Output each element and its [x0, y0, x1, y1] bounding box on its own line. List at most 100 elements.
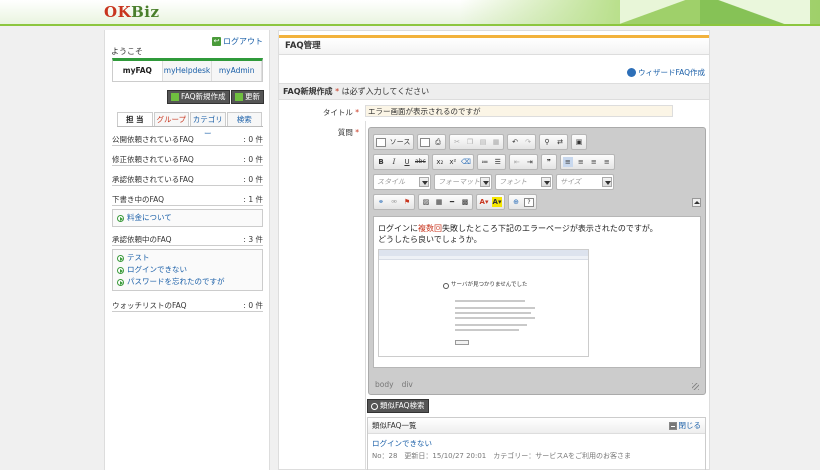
- cut-icon[interactable]: ✂: [452, 137, 462, 147]
- section-drafts: 下書き中のFAQ: 1 件 料金について: [112, 194, 263, 227]
- path-body[interactable]: body: [375, 380, 394, 389]
- size-select[interactable]: サイズ: [556, 174, 614, 190]
- copy-icon[interactable]: ❐: [465, 137, 475, 147]
- required-note: は必ず入力してください: [341, 87, 430, 96]
- my-tabs: myFAQ myHelpdesk myAdmin: [112, 58, 263, 82]
- bulleted-list-icon[interactable]: ☰: [493, 157, 503, 167]
- chevron-down-icon: [419, 177, 429, 187]
- refresh-icon: [235, 93, 243, 101]
- print-icon[interactable]: ⎙: [433, 137, 443, 147]
- find-icon[interactable]: ⚲: [542, 137, 552, 147]
- section-label[interactable]: ウォッチリストのFAQ: [112, 300, 187, 311]
- wizard-icon: [626, 68, 636, 77]
- wizard-faq-link[interactable]: ウィザードFAQ作成: [626, 67, 705, 78]
- paste-text-icon[interactable]: ▦: [491, 137, 501, 147]
- path-div[interactable]: div: [402, 380, 413, 389]
- similar-faq-item[interactable]: ログインできない: [368, 434, 705, 449]
- redo-icon[interactable]: ↷: [523, 137, 533, 147]
- section-label[interactable]: 修正依頼されているFAQ: [112, 154, 194, 165]
- link-icon[interactable]: ⚭: [376, 197, 386, 207]
- smiley-icon[interactable]: ▩: [460, 197, 470, 207]
- horizontal-rule-icon[interactable]: ━: [447, 197, 457, 207]
- maximize-icon[interactable]: ⊕: [511, 197, 521, 207]
- list-item[interactable]: ログインできない: [117, 264, 258, 276]
- list-item[interactable]: パスワードを忘れたのですが: [117, 276, 258, 288]
- anchor-icon[interactable]: ⚑: [402, 197, 412, 207]
- bold-icon[interactable]: B: [376, 157, 386, 167]
- blockquote-icon[interactable]: ❞: [544, 157, 554, 167]
- format-select[interactable]: フォーマット: [434, 174, 492, 190]
- source-icon[interactable]: [376, 137, 386, 147]
- unlink-icon[interactable]: ⚮: [389, 197, 399, 207]
- text-color-icon[interactable]: A▾: [479, 197, 489, 207]
- remove-format-icon[interactable]: ⌫: [461, 157, 471, 167]
- section-label[interactable]: 承認依頼されているFAQ: [112, 174, 194, 185]
- title-input[interactable]: [365, 105, 673, 117]
- subscript-icon[interactable]: x₂: [435, 157, 445, 167]
- style-select[interactable]: スタイル: [373, 174, 431, 190]
- italic-icon[interactable]: I: [389, 157, 399, 167]
- font-select[interactable]: フォント: [495, 174, 553, 190]
- table-icon[interactable]: ▦: [434, 197, 444, 207]
- underline-icon[interactable]: U: [402, 157, 412, 167]
- superscript-icon[interactable]: x²: [448, 157, 458, 167]
- numbered-list-icon[interactable]: ≔: [480, 157, 490, 167]
- list-item[interactable]: 料金について: [117, 212, 258, 224]
- tab-myhelpdesk[interactable]: myHelpdesk: [163, 61, 213, 81]
- list-item[interactable]: テスト: [117, 252, 258, 264]
- toolbar-row-3: スタイル フォーマット フォント サイズ: [373, 174, 614, 190]
- section-label[interactable]: 公開依頼されているFAQ: [112, 134, 194, 145]
- new-faq-label: FAQ新規作成: [181, 92, 226, 101]
- new-faq-header: FAQ新規作成 * は必ず入力してください: [279, 83, 709, 100]
- rich-text-editor: ソース ⎙ ✂ ❐ ▤ ▦ ↶ ↷ ⚲ ⇄ ▣ B I U abc x₂ x² …: [368, 127, 706, 395]
- tab-category[interactable]: カテゴリー: [190, 112, 226, 138]
- tab-myfaq[interactable]: myFAQ: [113, 61, 163, 81]
- arrow-bullet-icon: [117, 254, 124, 262]
- embedded-screenshot[interactable]: サーバが見つかりませんでした: [378, 249, 589, 357]
- section-label[interactable]: 下書き中のFAQ: [112, 194, 164, 205]
- arrow-bullet-icon: [117, 214, 124, 222]
- outdent-icon[interactable]: ⇤: [512, 157, 522, 167]
- help-icon[interactable]: ?: [524, 197, 534, 207]
- tab-myadmin[interactable]: myAdmin: [212, 61, 263, 81]
- align-center-icon[interactable]: ≡: [576, 157, 586, 167]
- refresh-button[interactable]: 更新: [231, 90, 264, 104]
- strikethrough-icon[interactable]: abc: [415, 157, 426, 167]
- similar-list-header: 類似FAQ一覧 閉じる: [368, 418, 705, 434]
- section-count: : 3 件: [243, 235, 263, 244]
- collapse-toolbar-icon[interactable]: [692, 198, 701, 207]
- new-doc-icon: [171, 93, 179, 101]
- image-icon[interactable]: ▨: [421, 197, 431, 207]
- tab-group[interactable]: グループ: [153, 112, 189, 126]
- close-list-link[interactable]: 閉じる: [668, 418, 701, 434]
- align-right-icon[interactable]: ≡: [589, 157, 599, 167]
- similar-faq-meta: No：28 更新日：15/10/27 20:01 カテゴリー：サービスAをご利用…: [372, 452, 632, 460]
- required-mark: *: [335, 87, 340, 96]
- replace-icon[interactable]: ⇄: [555, 137, 565, 147]
- section-pending-approval: 承認依頼中のFAQ : 3 件 テスト ログインできない パスワードを忘れたのです…: [112, 234, 263, 291]
- indent-icon[interactable]: ⇥: [525, 157, 535, 167]
- select-all-icon[interactable]: ▣: [574, 137, 584, 147]
- align-left-icon[interactable]: ≡: [562, 157, 573, 167]
- okbiz-logo[interactable]: OKBiz: [104, 3, 160, 21]
- element-path: body div: [375, 380, 413, 389]
- welcome-text: ようこそ: [111, 47, 143, 56]
- new-page-icon[interactable]: [420, 137, 430, 147]
- paste-icon[interactable]: ▤: [478, 137, 488, 147]
- section-count: : 0 件: [243, 135, 263, 144]
- logout-link[interactable]: ↩ ログアウト: [212, 36, 263, 47]
- resize-handle-icon[interactable]: [692, 383, 699, 390]
- chevron-down-icon: [480, 177, 490, 187]
- similar-faq-search-button[interactable]: 類似FAQ検索: [367, 399, 429, 413]
- undo-icon[interactable]: ↶: [510, 137, 520, 147]
- align-justify-icon[interactable]: ≡: [602, 157, 612, 167]
- section-label[interactable]: 承認依頼中のFAQ: [112, 234, 172, 245]
- section-count: : 0 件: [243, 155, 263, 164]
- logout-icon: ↩: [212, 37, 221, 46]
- editor-content[interactable]: ログインに複数回失敗したところ下記のエラーページが表示されたのですが。 どうした…: [373, 216, 701, 368]
- bg-color-icon[interactable]: A▾: [492, 197, 502, 207]
- tab-search[interactable]: 検索: [226, 112, 262, 126]
- source-button[interactable]: ソース: [389, 137, 411, 147]
- new-faq-button[interactable]: FAQ新規作成: [167, 90, 230, 104]
- tab-assigned[interactable]: 担 当: [117, 112, 153, 126]
